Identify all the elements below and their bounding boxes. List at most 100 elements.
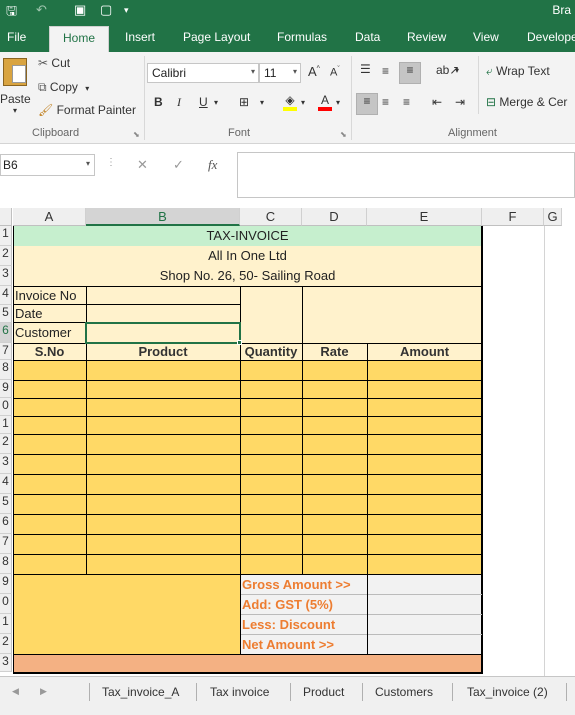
font-color-dropdown-icon[interactable]: ▾ xyxy=(336,98,340,107)
insert-function-icon[interactable]: fx xyxy=(208,157,217,173)
net-amount-label[interactable]: Net Amount >> xyxy=(242,637,366,654)
row-header[interactable]: 1 xyxy=(0,416,12,434)
bottom-align-icon[interactable]: ≡ xyxy=(399,62,421,84)
tab-developer[interactable]: Develope xyxy=(527,30,575,44)
cancel-icon[interactable]: ✕ xyxy=(137,157,148,173)
paste-button[interactable]: Paste ▾ xyxy=(0,56,31,116)
row-header[interactable]: 2 xyxy=(0,434,12,454)
invoice-no-value[interactable] xyxy=(87,287,239,304)
column-header-c[interactable]: C xyxy=(240,208,302,226)
tab-formulas[interactable]: Formulas xyxy=(277,30,327,44)
underline-button[interactable]: U xyxy=(199,95,208,109)
sheet-tab-tax-invoice-a[interactable]: Tax_invoice_A xyxy=(102,685,179,699)
row-header[interactable]: 7 xyxy=(0,534,12,554)
save-icon[interactable]: 🖫 xyxy=(6,2,17,24)
row-header[interactable]: 5 xyxy=(0,305,12,323)
column-header-g[interactable]: G xyxy=(544,208,562,226)
grow-font-button[interactable]: A^ xyxy=(308,64,320,79)
row-header[interactable]: 6 xyxy=(0,514,12,534)
wrap-text-button[interactable]: ⤶ Wrap Text xyxy=(486,64,550,79)
name-box[interactable]: B6 ▾ xyxy=(0,154,95,176)
font-launcher-icon[interactable]: ⬊ xyxy=(340,130,347,139)
company-name[interactable]: All In One Ltd xyxy=(13,246,482,266)
next-sheet-icon[interactable]: ▶ xyxy=(40,686,47,697)
italic-button[interactable]: I xyxy=(177,95,181,110)
merge-center-button[interactable]: ⊟ Merge & Cer xyxy=(486,95,567,109)
row-header[interactable]: 2 xyxy=(0,634,12,654)
header-quantity[interactable]: Quantity xyxy=(240,343,302,360)
header-rate[interactable]: Rate xyxy=(302,343,367,360)
decrease-indent-icon[interactable]: ⇤ xyxy=(432,95,442,109)
customize-qa-icon[interactable]: ▾ xyxy=(124,5,129,16)
sheet-tab-tax-invoice-2[interactable]: Tax_invoice (2) xyxy=(467,685,548,699)
date-value[interactable] xyxy=(87,305,239,322)
align-center-icon[interactable]: ≡ xyxy=(382,95,389,109)
borders-dropdown-icon[interactable]: ▾ xyxy=(260,98,264,107)
row-header[interactable]: 4 xyxy=(0,474,12,494)
gst-label[interactable]: Add: GST (5%) xyxy=(242,597,366,614)
row-header[interactable]: 3 xyxy=(0,266,12,286)
invoice-heading[interactable]: TAX-INVOICE xyxy=(13,226,482,246)
header-sno[interactable]: S.No xyxy=(13,343,86,360)
format-painter-button[interactable]: 🖌 Format Painter xyxy=(38,103,136,117)
middle-align-icon[interactable]: ≡ xyxy=(382,64,389,78)
copy-button[interactable]: ⧉ Copy ▾ xyxy=(38,80,89,95)
row-header[interactable]: 8 xyxy=(0,554,12,574)
undo-icon[interactable]: ↶ xyxy=(36,2,47,18)
row-header[interactable]: 9 xyxy=(0,380,12,398)
header-product[interactable]: Product xyxy=(86,343,240,360)
column-header-f[interactable]: F xyxy=(482,208,544,226)
row-header[interactable]: 3 xyxy=(0,454,12,474)
customer-label[interactable]: Customer xyxy=(15,325,85,342)
tab-view[interactable]: View xyxy=(473,30,499,44)
select-all-corner[interactable] xyxy=(0,208,12,226)
invoice-no-label[interactable]: Invoice No xyxy=(15,288,85,305)
row-header[interactable]: 8 xyxy=(0,360,12,380)
tab-file[interactable]: File xyxy=(7,30,26,44)
orientation-dropdown-icon[interactable]: ▾ xyxy=(455,66,459,75)
row-header[interactable]: 0 xyxy=(0,398,12,416)
row-header[interactable]: 2 xyxy=(0,246,12,266)
font-name-dropdown[interactable]: Calibri ▾ xyxy=(147,63,259,83)
fill-color-dropdown-icon[interactable]: ▾ xyxy=(301,98,305,107)
tab-page-layout[interactable]: Page Layout xyxy=(183,30,250,44)
tab-review[interactable]: Review xyxy=(407,30,446,44)
notes-area[interactable] xyxy=(13,574,240,654)
row-header[interactable]: 4 xyxy=(0,286,12,305)
line-items-area[interactable] xyxy=(13,360,482,574)
row-header[interactable]: 7 xyxy=(0,343,12,360)
worksheet[interactable]: A B C D E F G 1 2 3 4 5 6 7 8 9 0 1 2 3 … xyxy=(0,206,575,676)
prev-sheet-icon[interactable]: ◀ xyxy=(12,686,19,697)
row-header[interactable]: 0 xyxy=(0,594,12,614)
sheet-tab-product[interactable]: Product xyxy=(303,685,344,699)
tab-data[interactable]: Data xyxy=(355,30,380,44)
company-address[interactable]: Shop No. 26, 50- Sailing Road xyxy=(13,266,482,286)
borders-icon[interactable]: ⊞ xyxy=(239,95,249,109)
clipboard-launcher-icon[interactable]: ⬊ xyxy=(133,130,140,139)
fill-color-icon[interactable]: ◈ xyxy=(283,93,297,111)
fill-handle[interactable] xyxy=(237,340,242,345)
column-header-d[interactable]: D xyxy=(302,208,367,226)
shrink-font-button[interactable]: Aˇ xyxy=(330,66,340,79)
header-amount[interactable]: Amount xyxy=(367,343,482,360)
row-header[interactable]: 9 xyxy=(0,574,12,594)
paste-qa-icon[interactable]: ▣ xyxy=(74,2,86,18)
row-header[interactable]: 3 xyxy=(0,654,12,672)
gross-amount-label[interactable]: Gross Amount >> xyxy=(242,577,366,594)
column-header-e[interactable]: E xyxy=(367,208,482,226)
underline-dropdown-icon[interactable]: ▾ xyxy=(214,98,218,107)
date-label[interactable]: Date xyxy=(15,306,85,323)
align-left-icon[interactable]: ≡ xyxy=(356,93,378,115)
column-header-b[interactable]: B xyxy=(86,208,240,226)
enter-icon[interactable]: ✓ xyxy=(173,157,184,173)
cut-button[interactable]: ✂ Cut xyxy=(38,56,70,70)
sheet-tab-customers[interactable]: Customers xyxy=(375,685,433,699)
row-header[interactable]: 1 xyxy=(0,614,12,634)
selected-cell-b6[interactable] xyxy=(85,322,241,344)
increase-indent-icon[interactable]: ⇥ xyxy=(455,95,465,109)
row-header[interactable]: 5 xyxy=(0,494,12,514)
column-header-a[interactable]: A xyxy=(13,208,86,226)
tab-home[interactable]: Home xyxy=(49,26,110,52)
bold-button[interactable]: B xyxy=(154,95,163,109)
font-color-icon[interactable]: A xyxy=(318,93,332,111)
